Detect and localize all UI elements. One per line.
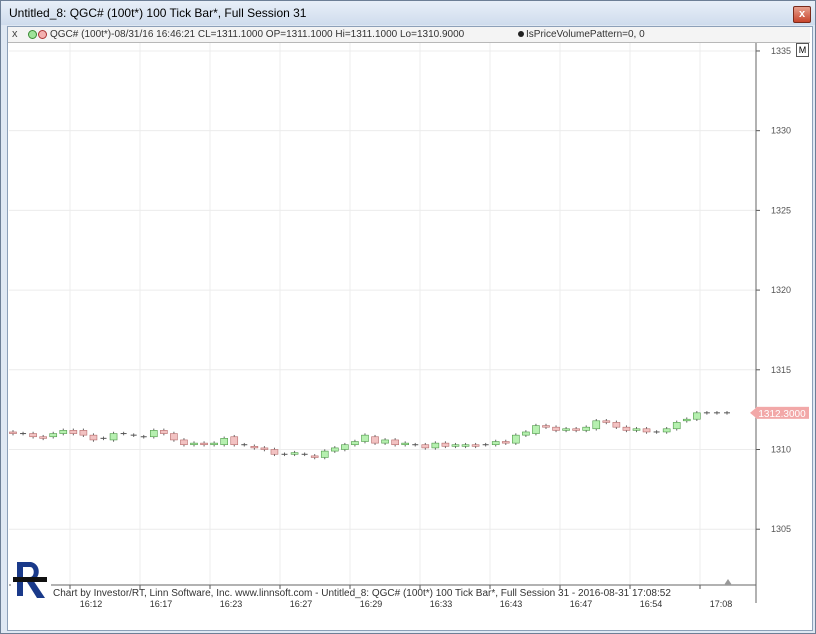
last-price-pointer-icon [750, 407, 756, 418]
candle-down [421, 444, 430, 449]
scroll-marker-icon [724, 579, 732, 585]
candle-down [39, 436, 47, 439]
y-tick-label: 1305 [771, 524, 791, 534]
candle-down [79, 430, 88, 436]
y-tick-label: 1315 [771, 365, 791, 375]
candle-up [341, 444, 349, 450]
candle-down [260, 447, 269, 450]
candle-up [682, 418, 691, 422]
candle-up [220, 438, 228, 446]
candle-down [89, 434, 98, 441]
x-tick-label: 16:17 [150, 599, 173, 609]
y-tick-label: 1310 [771, 445, 791, 455]
candle-down [230, 436, 239, 446]
candle-down [552, 426, 560, 431]
candle-down [501, 441, 510, 444]
candle-up [109, 433, 118, 441]
candle-up [149, 430, 158, 438]
candle-down [270, 449, 279, 455]
candle-down [622, 426, 631, 431]
candle-up [331, 447, 339, 452]
candle-up [491, 441, 500, 446]
candle-up [351, 441, 359, 446]
last-price-label: 1312.3000 [758, 409, 806, 420]
candle-up [210, 442, 218, 446]
x-tick-label: 16:47 [570, 599, 593, 609]
y-tick-label: 1325 [771, 205, 791, 215]
candle-up [451, 444, 460, 447]
candle-down [391, 439, 399, 446]
candle-down [642, 428, 651, 433]
candle-down [250, 446, 259, 449]
candle-down [310, 455, 319, 458]
candle-down [69, 430, 78, 434]
candle-down [160, 430, 168, 434]
candle-up [320, 450, 329, 458]
candle-up [431, 442, 440, 449]
candle-down [542, 425, 550, 428]
y-tick-label: 1335 [771, 46, 791, 56]
candle-down [9, 431, 17, 434]
x-tick-label: 16:29 [360, 599, 383, 609]
candle-up [532, 425, 540, 434]
candle-down [170, 433, 178, 441]
candle-up [562, 428, 570, 431]
candle-up [49, 433, 58, 438]
candle-up [693, 412, 701, 420]
candle-up [461, 444, 470, 447]
candle-up [361, 434, 369, 442]
candle-up [582, 426, 591, 431]
x-tick-label: 16:33 [430, 599, 453, 609]
candle-up [522, 431, 530, 436]
linn-software-logo-icon [11, 560, 51, 600]
x-tick-label: 16:43 [500, 599, 523, 609]
candle-down [602, 420, 611, 423]
candle-up [59, 430, 68, 434]
x-tick-label: 16:54 [640, 599, 663, 609]
candle-down [612, 422, 621, 428]
candle-down [29, 433, 37, 438]
candle-up [381, 439, 389, 444]
candle-down [371, 436, 379, 444]
candle-down [180, 439, 188, 446]
chart-footer: Chart by Investor/RT, Linn Software, Inc… [53, 588, 671, 599]
y-tick-label: 1320 [771, 285, 791, 295]
x-tick-label: 16:23 [220, 599, 243, 609]
candle-up [290, 452, 299, 455]
y-tick-label: 1330 [771, 126, 791, 136]
chart-window: Untitled_8: QGC# (100t*) 100 Tick Bar*, … [0, 0, 816, 634]
candle-up [190, 442, 198, 446]
candle-up [512, 434, 520, 444]
candle-up [662, 428, 671, 433]
x-tick-label: 16:27 [290, 599, 313, 609]
candle-down [200, 442, 208, 446]
candle-down [572, 428, 580, 431]
candle-down [471, 444, 480, 447]
candle-up [592, 420, 601, 430]
x-tick-label: 16:12 [80, 599, 103, 609]
candlestick-chart: 16:12 16:17 16:23 16:27 16:29 16:33 16:43 16:47… [9, 43, 809, 609]
candle-down [441, 442, 450, 447]
candle-up [632, 428, 641, 431]
candle-up [672, 422, 681, 430]
candle-up [401, 442, 409, 446]
x-tick-label: 17:08 [710, 599, 733, 609]
